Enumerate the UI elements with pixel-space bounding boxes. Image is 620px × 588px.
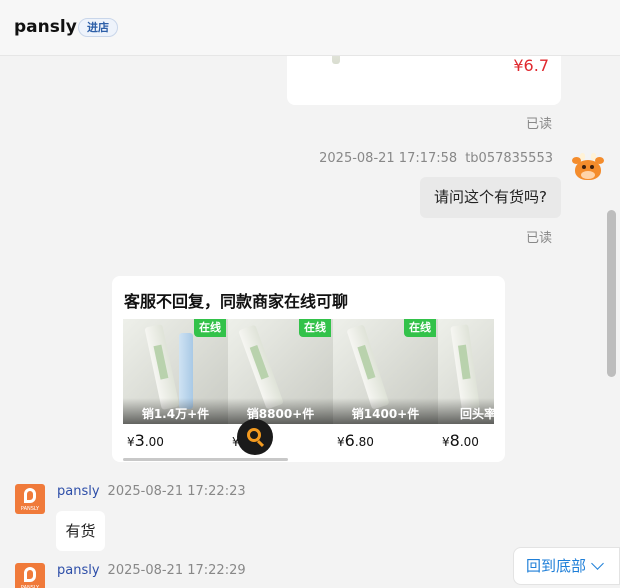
chevron-down-icon [591, 557, 604, 570]
item-price: ¥8.00 [442, 431, 479, 450]
shop-name[interactable]: pansly [14, 17, 77, 37]
shop-avatar[interactable]: PANSLY [15, 563, 45, 588]
item-price: ¥6.80 [337, 431, 374, 450]
incoming-message-bubble[interactable]: 有货 [56, 511, 105, 551]
online-badge: 在线 [194, 319, 226, 337]
back-to-bottom-label: 回到底部 [526, 557, 587, 575]
message-meta: 2025-08-21 17:17:58 tb057835553 [319, 151, 553, 166]
carousel-scrollbar[interactable] [123, 458, 494, 461]
sender-name: tb057835553 [465, 151, 553, 166]
chat-area[interactable]: ¥6.7 已读 2025-08-21 17:17:58 tb057835553 请… [0, 56, 620, 588]
product-price: ¥6.7 [513, 56, 549, 75]
search-icon[interactable] [237, 419, 273, 455]
user-avatar[interactable] [572, 152, 604, 184]
recommendation-title: 客服不回复，同款商家在线可聊 [124, 292, 349, 311]
back-to-bottom-button[interactable]: 回到底部 [513, 547, 620, 585]
read-receipt: 已读 [526, 231, 553, 246]
recommendation-item[interactable]: 在线 销1400+件 ¥6.80 [333, 319, 438, 459]
message-meta: pansly 2025-08-21 17:22:23 [57, 484, 246, 499]
recommendation-carousel[interactable]: 在线 销1.4万+件 ¥3.00 在线 销8800+件 ¥ 在线 销1400+件… [123, 319, 494, 459]
enter-shop-button[interactable]: 进店 [78, 18, 118, 37]
shop-avatar[interactable]: PANSLY [15, 484, 45, 514]
recommendation-card: 客服不回复，同款商家在线可聊 在线 销1.4万+件 ¥3.00 在线 销8800… [112, 276, 505, 462]
chat-header: pansly 进店 [0, 0, 620, 56]
sales-count: 销1400+件 [351, 407, 420, 421]
chat-scrollbar[interactable] [607, 210, 616, 377]
online-badge: 在线 [299, 319, 331, 337]
product-card[interactable]: ¥6.7 [287, 56, 561, 105]
sales-count: 销8800+件 [246, 407, 315, 421]
message-timestamp: 2025-08-21 17:22:23 [107, 484, 246, 499]
sales-count: 回头率 [460, 407, 494, 421]
sender-name[interactable]: pansly [57, 563, 100, 578]
online-badge: 在线 [404, 319, 436, 337]
read-receipt: 已读 [526, 117, 553, 132]
recommendation-item[interactable]: 在线 销1.4万+件 ¥3.00 [123, 319, 228, 459]
outgoing-message-bubble[interactable]: 请问这个有货吗? [420, 177, 561, 218]
message-timestamp: 2025-08-21 17:17:58 [319, 151, 458, 166]
message-timestamp: 2025-08-21 17:22:29 [107, 563, 246, 578]
product-thumbnail [309, 56, 359, 70]
message-meta: pansly 2025-08-21 17:22:29 [57, 563, 246, 578]
recommendation-item[interactable]: 回头率 ¥8.00 [438, 319, 494, 459]
sender-name[interactable]: pansly [57, 484, 100, 499]
item-price: ¥3.00 [127, 431, 164, 450]
sales-count: 销1.4万+件 [141, 407, 210, 421]
